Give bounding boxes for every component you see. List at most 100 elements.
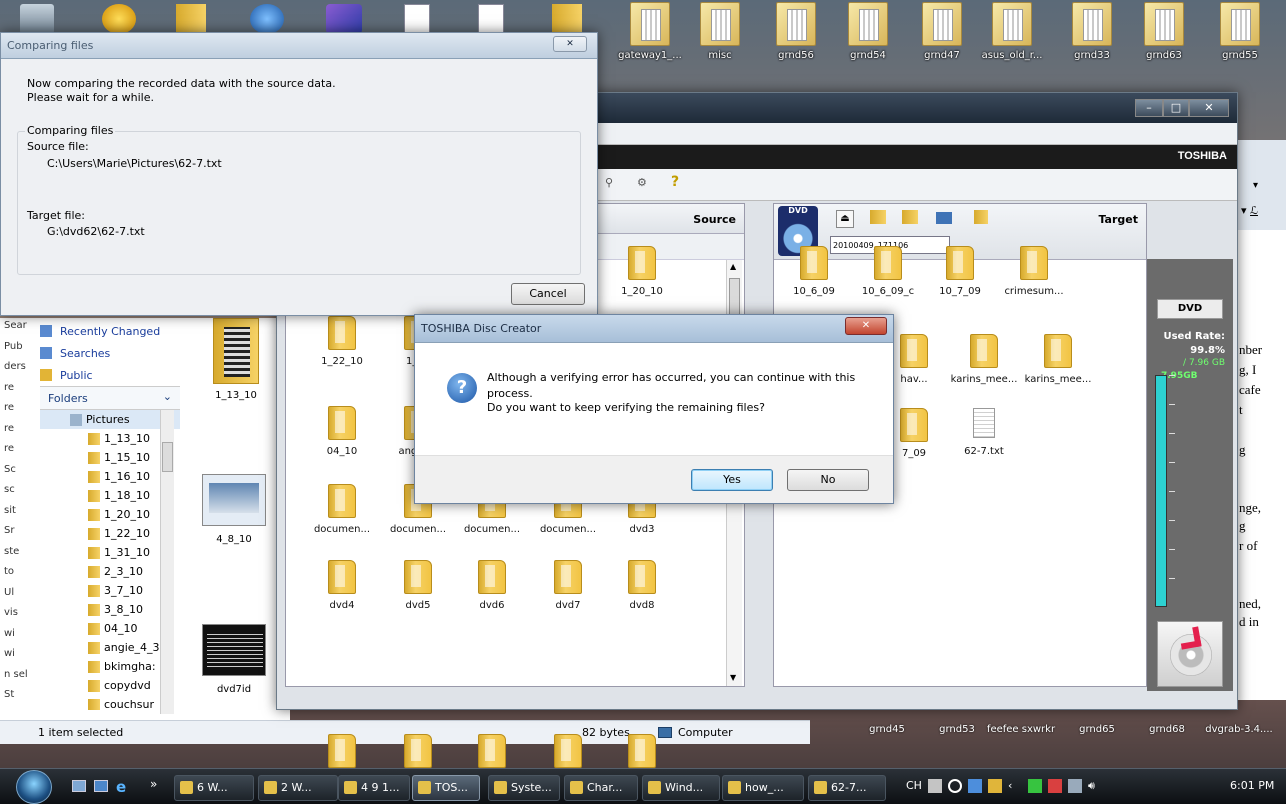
quicklaunch-switch-icon[interactable] <box>94 780 108 792</box>
source-item[interactable]: 1_22_10 <box>306 316 378 367</box>
sidebar-link-0[interactable]: Recently Changed <box>40 320 190 342</box>
desktop-icon-bottom-3[interactable]: grnd65 <box>1060 724 1134 735</box>
tree-item[interactable]: 1_18_10 <box>40 486 180 505</box>
highlight-icon[interactable]: ▾ ℒ <box>1241 204 1258 217</box>
folder-icon[interactable] <box>628 734 656 768</box>
target-item[interactable]: 10_6_09_c <box>852 246 924 297</box>
tree-scrollbar[interactable] <box>160 410 174 714</box>
view-menu-icon[interactable] <box>936 212 952 224</box>
desktop-icon-4[interactable]: grnd47 <box>910 2 974 61</box>
folder-icon[interactable] <box>404 734 432 768</box>
tray-green-icon[interactable] <box>1028 779 1042 793</box>
folder-icon[interactable] <box>554 734 582 768</box>
desktop-globe-icon[interactable] <box>250 4 284 34</box>
desktop-icon-bottom-0[interactable]: grnd45 <box>850 724 924 735</box>
source-item[interactable]: documen... <box>306 484 378 535</box>
source-item[interactable]: dvd5 <box>382 560 454 611</box>
desktop-icon-2[interactable]: grnd56 <box>764 2 828 61</box>
tree-item[interactable]: couchsur <box>40 695 180 710</box>
quicklaunch-desktop-icon[interactable] <box>72 780 86 792</box>
desktop-icon-8[interactable]: grnd55 <box>1208 2 1272 61</box>
help-icon[interactable]: ? <box>671 174 679 190</box>
desktop-icon-bottom-5[interactable]: dvgrab-3.4.... <box>1202 724 1276 735</box>
tray-speaker-icon[interactable]: 🔊︎ <box>1088 779 1102 793</box>
source-item[interactable]: dvd7 <box>532 560 604 611</box>
taskbar-button[interactable]: Wind... <box>642 775 720 801</box>
tray-blocked-icon[interactable] <box>948 779 962 793</box>
tree-item[interactable]: 1_15_10 <box>40 448 180 467</box>
tray-keyboard-icon[interactable] <box>928 779 942 793</box>
desktop-icon-6[interactable]: grnd33 <box>1060 2 1124 61</box>
quicklaunch-ie-icon[interactable]: e <box>116 778 126 796</box>
sidebar-link-2[interactable]: Public <box>40 364 190 386</box>
no-button[interactable]: No <box>787 469 869 491</box>
desktop-icon-bottom-1[interactable]: grnd53 <box>920 724 994 735</box>
alert-close-icon[interactable]: ✕ <box>845 317 887 335</box>
taskbar-button[interactable]: TOS... <box>412 775 480 801</box>
minimize-button[interactable]: – <box>1135 99 1163 117</box>
desktop-folder2-icon[interactable] <box>552 4 582 34</box>
clock[interactable]: 6:01 PM <box>1230 779 1274 792</box>
cancel-button[interactable]: Cancel <box>511 283 585 305</box>
add-icon[interactable] <box>974 210 988 224</box>
desktop-icon-3[interactable]: grnd54 <box>836 2 900 61</box>
down-arrow-icon[interactable]: ▾ <box>1253 180 1258 191</box>
target-item[interactable]: 62-7.txt <box>948 408 1020 457</box>
tree-item[interactable]: bkimgha: <box>40 657 180 676</box>
tree-item[interactable]: Pictures <box>40 410 180 429</box>
tray-antivirus-icon[interactable] <box>988 779 1002 793</box>
tree-item[interactable]: 3_7_10 <box>40 581 180 600</box>
burn-button[interactable] <box>1157 621 1223 687</box>
yes-button[interactable]: Yes <box>691 469 773 491</box>
taskbar-button[interactable]: how_... <box>722 775 804 801</box>
desktop-icon-bottom-4[interactable]: grnd68 <box>1130 724 1204 735</box>
desktop-doc-icon[interactable] <box>404 4 430 34</box>
tray-monitor-icon[interactable] <box>1068 779 1082 793</box>
tree-item[interactable]: 1_20_10 <box>40 505 180 524</box>
taskbar-button[interactable]: 6 W... <box>174 775 254 801</box>
taskbar-button[interactable]: 62-7... <box>808 775 886 801</box>
close-icon[interactable]: ✕ <box>553 36 587 52</box>
tree-item[interactable]: 04_10 <box>40 619 180 638</box>
desktop-doc2-icon[interactable] <box>478 4 504 34</box>
desktop-icon-5[interactable]: asus_old_r... <box>980 2 1044 61</box>
source-item[interactable]: dvd6 <box>456 560 528 611</box>
recycle-bin-icon[interactable] <box>20 4 54 34</box>
tray-red-icon[interactable] <box>1048 779 1062 793</box>
chevron-down-icon[interactable]: ⌄ <box>163 390 172 403</box>
source-item[interactable]: dvd8 <box>606 560 678 611</box>
eject-button[interactable]: ⏏ <box>836 210 854 228</box>
desktop-icon-7[interactable]: grnd63 <box>1132 2 1196 61</box>
maximize-button[interactable]: □ <box>1163 99 1189 117</box>
tray-arrow-icon[interactable]: ‹ <box>1008 779 1022 793</box>
target-item[interactable]: crimesum... <box>998 246 1070 297</box>
folder-icon[interactable] <box>328 734 356 768</box>
taskbar-button[interactable]: Syste... <box>488 775 560 801</box>
target-item[interactable]: karins_mee... <box>948 334 1020 385</box>
thumbnail-1_13_10[interactable]: 1_13_10 <box>196 318 276 408</box>
tree-item[interactable]: 1_16_10 <box>40 467 180 486</box>
source-item[interactable]: dvd4 <box>306 560 378 611</box>
tree-item[interactable]: 1_13_10 <box>40 429 180 448</box>
taskbar-button[interactable]: 2 W... <box>258 775 338 801</box>
tree-item[interactable]: 3_8_10 <box>40 600 180 619</box>
close-button[interactable]: ✕ <box>1189 99 1229 117</box>
tray-network-icon[interactable] <box>968 779 982 793</box>
new-folder-icon[interactable] <box>870 210 886 224</box>
tree-item[interactable]: copydvd <box>40 676 180 695</box>
tools-icon[interactable]: ⚙ <box>637 176 647 189</box>
folder-icon[interactable] <box>478 734 506 768</box>
tree-item[interactable]: 2_3_10 <box>40 562 180 581</box>
thumbnail-dvd7id[interactable]: dvd7id <box>186 624 282 704</box>
start-button[interactable] <box>16 770 52 804</box>
desktop-icon-0[interactable]: gateway1_... <box>618 2 682 61</box>
target-item[interactable]: 10_6_09 <box>778 246 850 297</box>
source-item[interactable]: 04_10 <box>306 406 378 457</box>
taskbar-button[interactable]: 4 9 1... <box>338 775 410 801</box>
quicklaunch-overflow-icon[interactable]: » <box>150 777 157 791</box>
target-item[interactable]: karins_mee... <box>1022 334 1094 385</box>
copy-folder-icon[interactable] <box>902 210 918 224</box>
folders-header[interactable]: Folders ⌄ <box>40 386 180 410</box>
sidebar-link-1[interactable]: Searches <box>40 342 190 364</box>
tree-item[interactable]: 1_22_10 <box>40 524 180 543</box>
